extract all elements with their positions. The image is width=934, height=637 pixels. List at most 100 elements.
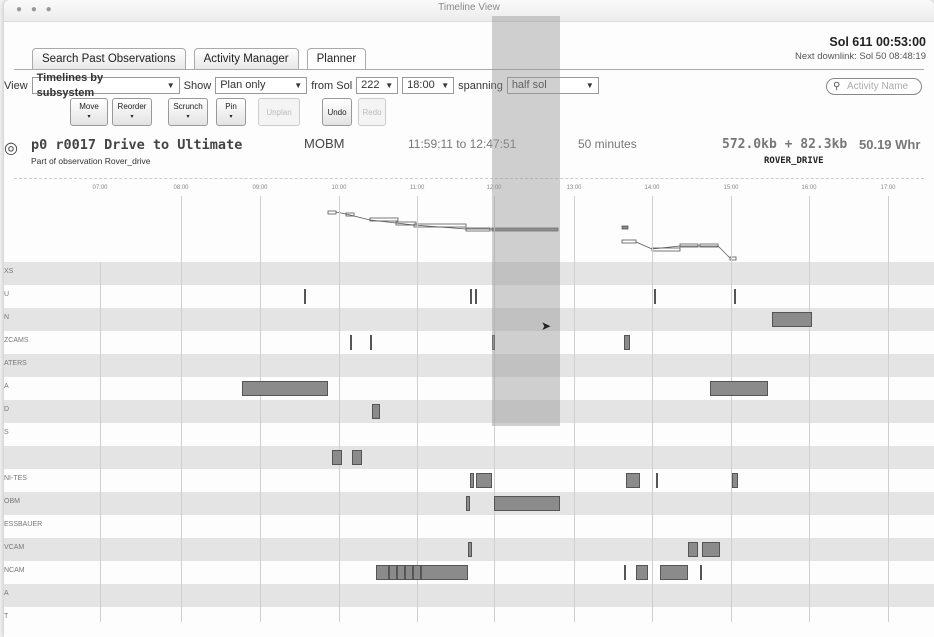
activity-block[interactable]: [470, 473, 474, 488]
timeline-row: ESSBAUER: [4, 515, 934, 538]
move-button[interactable]: Move ▾: [70, 98, 108, 126]
scrunch-button[interactable]: Scrunch ▾: [168, 98, 208, 126]
view-select[interactable]: Timelines by subsystem ▼: [31, 72, 180, 99]
hour-gridline: [260, 196, 261, 622]
timeline-row: ZCAMS: [4, 331, 934, 354]
section-divider: [14, 178, 924, 179]
activity-tick[interactable]: [656, 473, 658, 488]
timeline-row-label: OBM: [4, 498, 20, 505]
timeline-row: U: [4, 285, 934, 308]
reorder-button[interactable]: Reorder ▾: [112, 98, 152, 126]
scrunch-button-label: Scrunch: [173, 102, 203, 111]
activity-block[interactable]: [626, 473, 640, 488]
activity-tick[interactable]: [388, 565, 390, 580]
activity-block[interactable]: [242, 381, 328, 396]
activity-block[interactable]: [624, 335, 630, 350]
chevron-down-icon: ▼: [166, 81, 175, 90]
activity-block[interactable]: [476, 473, 492, 488]
activity-tick[interactable]: [370, 335, 372, 350]
activity-block[interactable]: [688, 542, 698, 557]
activity-data-volume: 572.0kb + 82.3kb: [722, 137, 848, 152]
activity-block[interactable]: [466, 496, 470, 511]
move-button-label: Move: [79, 102, 99, 111]
activity-block[interactable]: [732, 473, 738, 488]
hour-tick-label: 13:00: [566, 185, 582, 191]
sol-time: Sol 611 00:53:00: [829, 35, 926, 49]
dropdown-dot-icon: ▾: [87, 114, 91, 120]
undo-button[interactable]: Undo: [322, 98, 352, 126]
activity-tick[interactable]: [624, 565, 626, 580]
activity-tick[interactable]: [700, 565, 702, 580]
activity-disc-icon: ◎: [4, 140, 18, 157]
dropdown-dot-icon: ▾: [130, 114, 134, 120]
dropdown-dot-icon: ▾: [186, 114, 190, 120]
activity-instrument: MOBM: [304, 136, 345, 151]
activity-tick[interactable]: [470, 289, 472, 304]
timeline-row: T: [4, 607, 934, 630]
activity-block[interactable]: [468, 542, 472, 557]
activity-block[interactable]: [494, 496, 560, 511]
timeline-row-label: U: [4, 291, 10, 298]
activity-search-input[interactable]: ⚲ Activity Name: [826, 78, 922, 95]
timeline-row-label: NI-TES: [4, 475, 27, 482]
activity-block[interactable]: [772, 312, 812, 327]
timeline-row-label: A: [4, 590, 9, 597]
tab-planner[interactable]: Planner: [306, 48, 367, 70]
unplan-button[interactable]: Unplan: [258, 98, 300, 126]
time-select[interactable]: 18:00 ▼: [402, 77, 455, 94]
hour-tick-label: 16:00: [801, 185, 817, 191]
view-label: View: [4, 79, 28, 92]
activity-sequence-graph: [327, 210, 737, 261]
timeline-row-label: T: [4, 613, 9, 620]
activity-block[interactable]: [660, 565, 688, 580]
timeline-row: NCAM: [4, 561, 934, 584]
timeline-row-label: A: [4, 383, 9, 390]
activity-subtitle: Part of observation Rover_drive: [31, 156, 151, 166]
activity-tick[interactable]: [304, 289, 306, 304]
activity-block[interactable]: [352, 450, 362, 465]
timeline-row: NI-TES: [4, 469, 934, 492]
sol-select[interactable]: 222 ▼: [356, 77, 399, 94]
timeline-row-label: NCAM: [4, 567, 25, 574]
chevron-down-icon: ▼: [294, 81, 303, 90]
timeline-grid[interactable]: XS U N ZCAMS ATERS A D S NI-TES OBM ESSBAUER VCAM NC…: [4, 182, 934, 637]
sol-status: Sol 611 00:53:00 Next downlink: Sol 50 0…: [795, 35, 926, 62]
hour-tick-label: 11:00: [409, 185, 425, 191]
sequence-step: [621, 225, 629, 230]
hour-gridline: [100, 262, 101, 622]
activity-detail: ◎ p0 r0017 Drive to Ultimate Part of obs…: [4, 134, 934, 174]
activity-block[interactable]: [710, 381, 768, 396]
activity-tick[interactable]: [412, 565, 414, 580]
timeline-row-label: N: [4, 314, 10, 321]
show-select[interactable]: Plan only ▼: [215, 77, 308, 94]
activity-energy: 50.19 Whr: [859, 137, 921, 152]
hour-tick-label: 15:00: [723, 185, 739, 191]
next-downlink: Next downlink: Sol 50 08:48:19: [795, 51, 926, 62]
window-controls-icon[interactable]: ● ● ●: [16, 2, 55, 18]
timeline-row-label: ATERS: [4, 360, 27, 367]
activity-duration: 50 minutes: [578, 137, 637, 151]
activity-block[interactable]: [372, 404, 380, 419]
redo-button[interactable]: Redo: [358, 98, 386, 126]
activity-tick[interactable]: [654, 289, 656, 304]
reorder-button-label: Reorder: [117, 102, 147, 111]
timeline-window: ● ● ● Timeline View Search Past Observat…: [4, 0, 934, 637]
sequence-step: [621, 239, 637, 244]
timeline-row-label: D: [4, 406, 10, 413]
activity-tick[interactable]: [420, 565, 422, 580]
tab-search-past-observations[interactable]: Search Past Observations: [32, 48, 186, 70]
tab-activity-manager[interactable]: Activity Manager: [193, 48, 299, 70]
show-label: Show: [183, 79, 212, 92]
activity-tick[interactable]: [475, 289, 477, 304]
activity-tick[interactable]: [350, 335, 352, 350]
activity-block[interactable]: [636, 565, 648, 580]
activity-block[interactable]: [332, 450, 342, 465]
timeline-row: ATERS: [4, 354, 934, 377]
activity-tick[interactable]: [404, 565, 406, 580]
pin-button[interactable]: Pin ▾: [216, 98, 246, 126]
activity-tick[interactable]: [734, 289, 736, 304]
selected-activity-region[interactable]: [492, 16, 560, 426]
activity-block[interactable]: [702, 542, 720, 557]
activity-tick[interactable]: [396, 565, 398, 580]
view-select-value: Timelines by subsystem: [36, 71, 104, 99]
